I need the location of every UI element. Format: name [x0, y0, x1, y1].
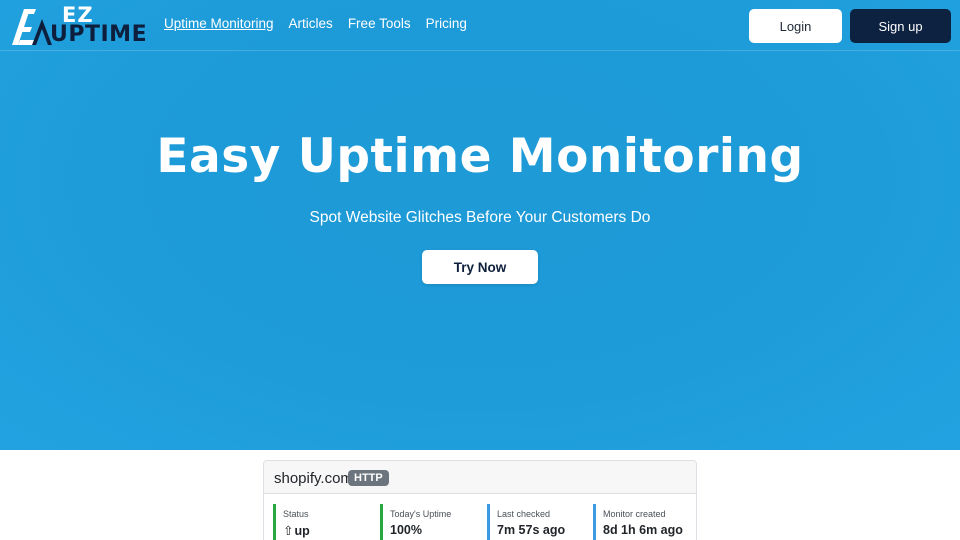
- stat-status: Status ⇧up: [273, 504, 373, 540]
- nav-links: Uptime Monitoring Articles Free Tools Pr…: [164, 16, 467, 31]
- site-logo[interactable]: EZ UPTIME: [10, 3, 147, 47]
- monitor-domain: shopify.com: [274, 470, 353, 487]
- stat-uptime-bar: [380, 504, 383, 540]
- stat-last-checked: Last checked 7m 57s ago: [487, 504, 587, 540]
- top-navbar: EZ UPTIME Uptime Monitoring Articles Fre…: [0, 0, 960, 51]
- monitor-card-header: shopify.com HTTP: [264, 461, 696, 494]
- nav-link-articles[interactable]: Articles: [289, 16, 333, 31]
- arrow-up-icon: ⇧: [283, 524, 294, 538]
- hero-title: Easy Uptime Monitoring: [156, 129, 804, 184]
- stat-uptime-label: Today's Uptime: [390, 509, 452, 519]
- stat-monitor-created-bar: [593, 504, 596, 540]
- stat-uptime-value: 100%: [390, 523, 422, 537]
- logo-text-uptime: UPTIME: [50, 22, 148, 47]
- stat-status-value: ⇧up: [283, 523, 373, 538]
- monitor-card: shopify.com HTTP Status ⇧up Today's Upti…: [263, 460, 697, 540]
- hero-section: EZ UPTIME Uptime Monitoring Articles Fre…: [0, 0, 960, 450]
- try-now-button[interactable]: Try Now: [422, 250, 538, 284]
- protocol-badge: HTTP: [348, 470, 389, 486]
- nav-link-free-tools[interactable]: Free Tools: [348, 16, 411, 31]
- hero-subtitle: Spot Website Glitches Before Your Custom…: [309, 209, 651, 226]
- stat-todays-uptime: Today's Uptime 100%: [380, 504, 480, 540]
- nav-link-pricing[interactable]: Pricing: [426, 16, 467, 31]
- nav-link-uptime-monitoring[interactable]: Uptime Monitoring: [164, 16, 274, 31]
- login-button[interactable]: Login: [749, 9, 842, 43]
- stat-last-checked-bar: [487, 504, 490, 540]
- stat-status-label: Status: [283, 509, 309, 519]
- stat-last-checked-value: 7m 57s ago: [497, 523, 566, 537]
- stat-status-bar: [273, 504, 276, 540]
- stat-monitor-created: Monitor created 8d 1h 6m ago: [593, 504, 693, 540]
- monitor-stats: Status ⇧up Today's Uptime 100% Last chec…: [273, 504, 696, 540]
- stat-monitor-created-value: 8d 1h 6m ago: [603, 523, 683, 537]
- stat-status-text: up: [294, 524, 310, 538]
- signup-button[interactable]: Sign up: [850, 9, 951, 43]
- stat-monitor-created-label: Monitor created: [603, 509, 666, 519]
- stat-last-checked-label: Last checked: [497, 509, 551, 519]
